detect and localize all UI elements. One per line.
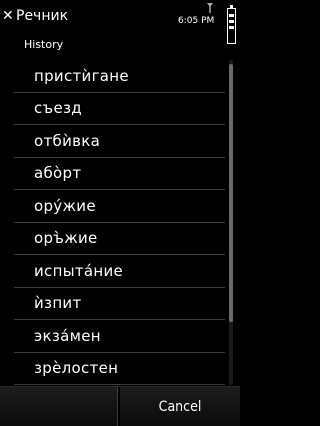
history-label: History — [24, 38, 64, 51]
signal-icon — [207, 3, 213, 13]
list-item[interactable]: оръ̀жие — [14, 223, 225, 255]
clock: 6:05 PM — [178, 16, 215, 26]
softkey-bar: Cancel — [0, 386, 240, 426]
close-icon[interactable]: ✕ — [2, 9, 14, 23]
status-bar: ✕ Речник 6:05 PM — [0, 0, 240, 44]
list-item[interactable]: зрѐлостен — [14, 353, 225, 385]
list-item[interactable]: або̀рт — [14, 158, 225, 190]
list-item[interactable]: ѝзпит — [14, 288, 225, 320]
list-item[interactable]: пристѝгане — [14, 60, 225, 93]
list-item[interactable]: экза́мен — [14, 320, 225, 353]
scrollbar-thumb[interactable] — [229, 64, 233, 322]
list-item[interactable]: съезд — [14, 93, 225, 125]
list-item[interactable]: отбѝвка — [14, 125, 225, 158]
left-softkey[interactable] — [0, 387, 118, 426]
app-title: Речник — [16, 8, 69, 24]
battery-icon — [227, 5, 236, 44]
history-list: пристѝгане съезд отбѝвка або̀рт ору́жие … — [14, 60, 225, 385]
cancel-button[interactable]: Cancel — [120, 387, 240, 426]
list-item[interactable]: испыта́ние — [14, 255, 225, 288]
list-item[interactable]: ору́жие — [14, 190, 225, 223]
